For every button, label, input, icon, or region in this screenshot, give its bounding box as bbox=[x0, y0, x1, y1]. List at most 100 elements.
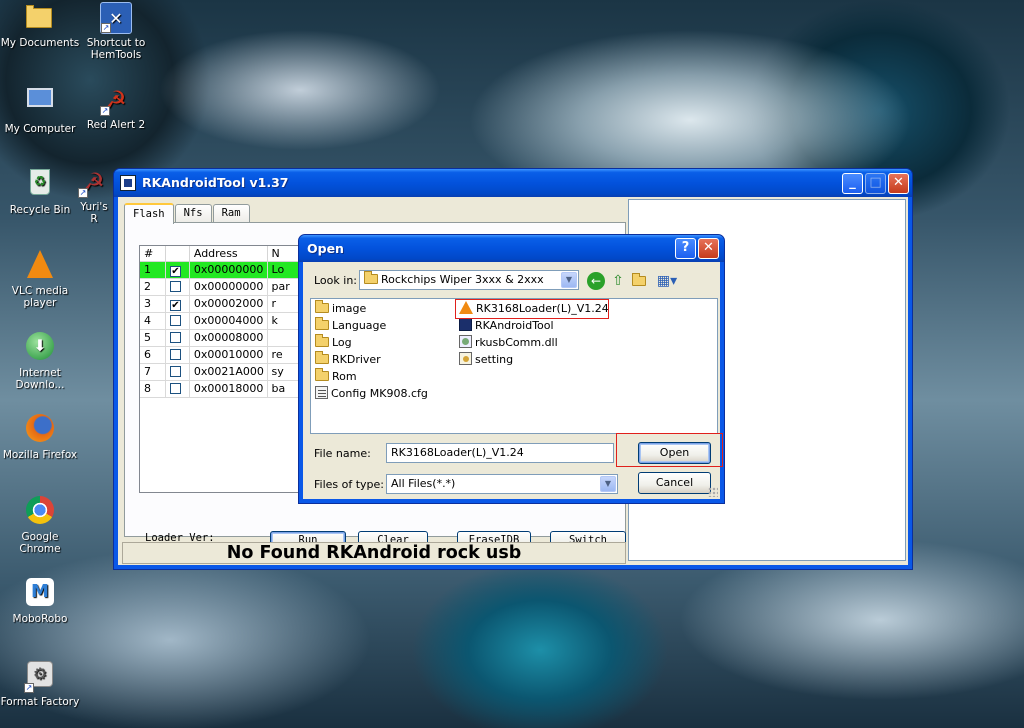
checkbox[interactable] bbox=[169, 332, 181, 343]
check-mark-icon: ✔ bbox=[171, 300, 180, 311]
file-item-language[interactable]: Language bbox=[315, 317, 386, 334]
file-name-input[interactable]: RK3168Loader(L)_V1.24 bbox=[386, 443, 614, 463]
row-number: 4 bbox=[140, 313, 166, 330]
file-list: image Language Log RKDriver Rom Config M… bbox=[310, 298, 718, 434]
folder-icon bbox=[315, 351, 329, 364]
shortcut-arrow-icon: ↗ bbox=[101, 23, 111, 33]
back-icon[interactable]: ← bbox=[587, 272, 605, 290]
header-address[interactable]: Address bbox=[190, 246, 268, 261]
file-item-setting[interactable]: setting bbox=[459, 352, 513, 368]
tab-flash[interactable]: Flash bbox=[124, 203, 174, 224]
row-number: 3 bbox=[140, 296, 166, 313]
desktop-icon-format-factory[interactable]: ⚙ ↗ Format Factory bbox=[0, 658, 80, 708]
checkbox[interactable] bbox=[169, 383, 181, 394]
main-titlebar[interactable]: RKAndroidTool v1.37 _ □ ✕ bbox=[114, 169, 912, 197]
row-address: 0x00000000 bbox=[189, 279, 268, 296]
file-name-label: File name: bbox=[314, 447, 371, 460]
file-item-rkusbcomm[interactable]: rkusbComm.dll bbox=[459, 335, 558, 351]
row-address: 0x00008000 bbox=[189, 330, 268, 347]
dialog-close-button[interactable]: ✕ bbox=[698, 238, 719, 259]
chevron-down-icon[interactable]: ▼ bbox=[600, 476, 616, 492]
tab-strip: Flash Nfs Ram bbox=[124, 203, 251, 224]
row-checkbox[interactable]: ✔ bbox=[165, 296, 190, 313]
tab-ram[interactable]: Ram bbox=[212, 204, 250, 223]
shortcut-arrow-icon: ↗ bbox=[24, 683, 34, 693]
header-number[interactable]: # bbox=[140, 246, 166, 261]
shortcut-arrow-icon: ↗ bbox=[100, 106, 110, 116]
row-address: 0x00004000 bbox=[189, 313, 268, 330]
row-number: 1 bbox=[140, 262, 166, 279]
row-address: 0x00018000 bbox=[189, 381, 268, 398]
files-of-type-label: Files of type: bbox=[314, 478, 385, 491]
desktop-icon-hemtools[interactable]: ✕ ↗ Shortcut to HemTools bbox=[76, 2, 156, 61]
checkbox[interactable]: ✔ bbox=[169, 266, 181, 277]
open-dialog-titlebar[interactable]: Open ? ✕ bbox=[299, 235, 724, 262]
header-check[interactable] bbox=[166, 246, 190, 261]
open-dialog-title: Open bbox=[307, 241, 344, 256]
file-item-image[interactable]: image bbox=[315, 300, 366, 317]
row-address: 0x0021A000 bbox=[189, 364, 268, 381]
view-menu-icon[interactable]: ▦▾ bbox=[655, 272, 679, 290]
folder-icon bbox=[315, 334, 329, 347]
checkbox[interactable]: ✔ bbox=[169, 300, 181, 311]
my-documents-icon bbox=[24, 2, 56, 34]
hemtools-icon: ✕ ↗ bbox=[100, 2, 132, 34]
checkbox[interactable] bbox=[169, 315, 181, 326]
row-number: 5 bbox=[140, 330, 166, 347]
desktop-icon-my-documents[interactable]: My Documents bbox=[0, 2, 80, 49]
folder-icon bbox=[364, 271, 378, 284]
settings-file-icon bbox=[459, 352, 472, 365]
highlight-box-loader-file bbox=[455, 299, 609, 319]
desktop-icon-recycle-bin[interactable]: ♻ Recycle Bin bbox=[0, 166, 80, 216]
row-checkbox[interactable] bbox=[165, 381, 190, 398]
row-checkbox[interactable]: ✔ bbox=[165, 262, 190, 279]
look-in-value: Rockchips Wiper 3xxx & 2xxx bbox=[381, 273, 544, 286]
row-checkbox[interactable] bbox=[165, 313, 190, 330]
desktop-icon-yuris-revenge[interactable]: ☭ ↗ Yuri's R bbox=[76, 166, 112, 225]
folder-icon bbox=[315, 368, 329, 381]
row-number: 8 bbox=[140, 381, 166, 398]
desktop-icon-my-computer[interactable]: My Computer bbox=[0, 84, 80, 135]
row-number: 6 bbox=[140, 347, 166, 364]
tab-nfs[interactable]: Nfs bbox=[174, 204, 212, 223]
up-folder-icon[interactable]: ⇧ bbox=[609, 272, 627, 290]
files-of-type-combo[interactable]: All Files(*.*) ▼ bbox=[386, 474, 618, 494]
row-checkbox[interactable] bbox=[165, 364, 190, 381]
new-folder-icon[interactable] bbox=[631, 272, 649, 290]
maximize-button[interactable]: □ bbox=[865, 173, 886, 194]
format-factory-icon: ⚙ ↗ bbox=[24, 661, 56, 693]
desktop-icon-chrome[interactable]: Google Chrome bbox=[0, 494, 80, 555]
chevron-down-icon[interactable]: ▼ bbox=[561, 272, 577, 288]
resize-grip-icon[interactable] bbox=[708, 487, 718, 497]
highlight-box-open-button bbox=[616, 433, 723, 467]
checkbox[interactable] bbox=[169, 366, 181, 377]
file-item-rkandroidtool[interactable]: RKAndroidTool bbox=[459, 318, 554, 334]
row-checkbox[interactable] bbox=[165, 279, 190, 296]
folder-icon bbox=[315, 300, 329, 313]
row-checkbox[interactable] bbox=[165, 330, 190, 347]
checkbox[interactable] bbox=[169, 349, 181, 360]
row-address: 0x00010000 bbox=[189, 347, 268, 364]
desktop-icon-firefox[interactable]: Mozilla Firefox bbox=[0, 412, 80, 461]
look-in-combo[interactable]: Rockchips Wiper 3xxx & 2xxx ▼ bbox=[359, 270, 579, 290]
file-item-rkdriver[interactable]: RKDriver bbox=[315, 351, 381, 368]
desktop-icon-vlc[interactable]: VLC media player bbox=[0, 248, 80, 309]
desktop-icon-red-alert[interactable]: ☭ ↗ Red Alert 2 bbox=[76, 84, 156, 131]
desktop-icon-internet-download[interactable]: ⬇ Internet Downlo... bbox=[0, 330, 80, 391]
checkbox[interactable] bbox=[169, 281, 181, 292]
file-item-log[interactable]: Log bbox=[315, 334, 352, 351]
cancel-button[interactable]: Cancel bbox=[638, 472, 711, 494]
status-bar: No Found RKAndroid rock usb bbox=[122, 542, 626, 564]
minimize-button[interactable]: _ bbox=[842, 173, 863, 194]
dll-file-icon bbox=[459, 335, 472, 348]
row-checkbox[interactable] bbox=[165, 347, 190, 364]
file-item-config[interactable]: Config MK908.cfg bbox=[315, 386, 428, 402]
look-in-label: Look in: bbox=[314, 274, 357, 287]
desktop-icon-moborobo[interactable]: M MoboRobo bbox=[0, 576, 80, 625]
close-button[interactable]: ✕ bbox=[888, 173, 909, 194]
my-computer-icon bbox=[24, 88, 56, 120]
files-of-type-value: All Files(*.*) bbox=[391, 477, 456, 490]
file-item-rom[interactable]: Rom bbox=[315, 368, 357, 385]
help-button[interactable]: ? bbox=[675, 238, 696, 259]
folder-icon bbox=[315, 317, 329, 330]
